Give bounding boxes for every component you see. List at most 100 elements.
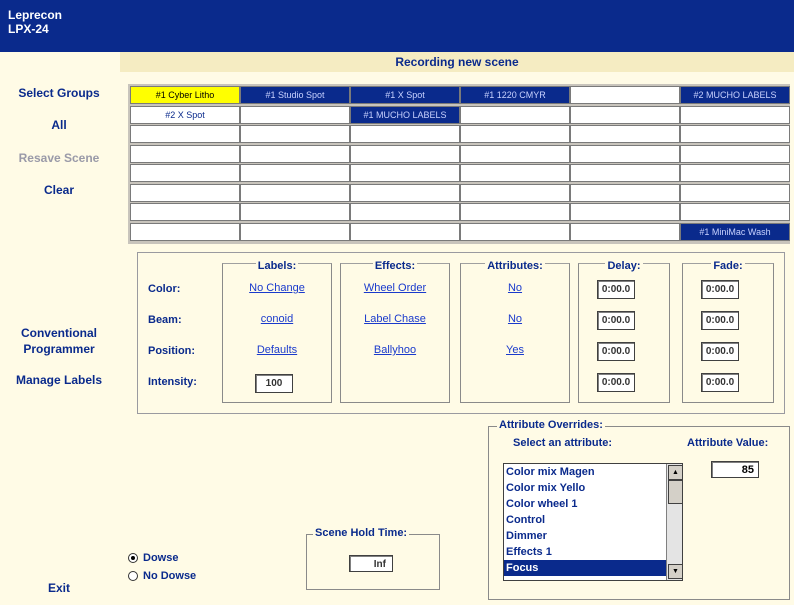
delay-color-input[interactable]: 0:00.0 <box>597 280 635 299</box>
fixture-cell[interactable] <box>460 105 570 124</box>
fixture-cell[interactable]: #1 Cyber Litho <box>130 86 240 104</box>
effects-position-link[interactable]: Ballyhoo <box>341 344 449 356</box>
fixture-cell[interactable] <box>130 183 240 202</box>
fixture-cell[interactable] <box>240 144 350 163</box>
attribute-value-input[interactable]: 85 <box>711 461 759 478</box>
fixture-cell[interactable] <box>130 144 240 163</box>
effects-beam-link[interactable]: Label Chase <box>341 313 449 325</box>
fade-position-input[interactable]: 0:00.0 <box>701 342 739 361</box>
fixture-cell[interactable] <box>570 183 680 202</box>
fixture-cell[interactable] <box>680 203 790 221</box>
attribute-list-item[interactable]: Effects 1 <box>504 544 682 560</box>
attribute-value-label: Attribute Value: <box>687 437 769 449</box>
manage-labels-button[interactable]: Manage Labels <box>0 372 118 388</box>
labels-color-link[interactable]: No Change <box>223 282 331 294</box>
fixture-cell[interactable] <box>460 125 570 143</box>
scene-settings-panel: Color: Beam: Position: Intensity: Labels… <box>137 252 785 414</box>
attribute-list-item[interactable]: Dimmer <box>504 528 682 544</box>
delay-position-input[interactable]: 0:00.0 <box>597 342 635 361</box>
fixture-cell[interactable] <box>240 222 350 241</box>
attribute-overrides-group: Attribute Overrides: Select an attribute… <box>488 419 790 600</box>
listbox-scrollbar[interactable]: ▲ ▼ <box>666 464 682 580</box>
fixture-cell[interactable] <box>130 203 240 221</box>
select-groups-button[interactable]: Select Groups <box>0 85 118 101</box>
labels-position-link[interactable]: Defaults <box>223 344 331 356</box>
fade-color-input[interactable]: 0:00.0 <box>701 280 739 299</box>
attribute-list-item[interactable]: Control <box>504 512 682 528</box>
fixture-cell[interactable] <box>350 164 460 182</box>
attribute-list-item[interactable]: Color mix Magen <box>504 464 682 480</box>
attribute-list-items: Color mix Magen Color mix Yello Color whee… <box>504 464 682 576</box>
fixture-cell[interactable] <box>570 144 680 163</box>
fixture-cell[interactable] <box>570 203 680 221</box>
scroll-up-icon[interactable]: ▲ <box>668 465 682 480</box>
fade-beam-input[interactable]: 0:00.0 <box>701 311 739 330</box>
intensity-row-label: Intensity: <box>148 376 197 388</box>
fixture-cell[interactable]: #1 MiniMac Wash <box>680 222 790 241</box>
intensity-input[interactable]: 100 <box>255 374 293 393</box>
fixture-cell[interactable] <box>240 125 350 143</box>
fixture-cell[interactable] <box>680 164 790 182</box>
fixture-cell[interactable] <box>570 164 680 182</box>
fixture-cell[interactable] <box>350 183 460 202</box>
fixture-cell[interactable] <box>680 183 790 202</box>
fixture-cell[interactable] <box>460 222 570 241</box>
fixture-cell[interactable] <box>350 222 460 241</box>
fixture-cell[interactable] <box>130 125 240 143</box>
fade-group: Fade: 0:00.0 0:00.0 0:00.0 0:00.0 <box>682 260 774 403</box>
fixture-cell[interactable]: #1 X Spot <box>350 86 460 104</box>
delay-intensity-input[interactable]: 0:00.0 <box>597 373 635 392</box>
conventional-programmer-button[interactable]: Conventional Programmer <box>0 325 118 357</box>
fixture-cell[interactable] <box>130 222 240 241</box>
effects-color-link[interactable]: Wheel Order <box>341 282 449 294</box>
fixture-cell[interactable] <box>460 203 570 221</box>
fixture-cell[interactable] <box>350 144 460 163</box>
fixture-cell[interactable] <box>680 144 790 163</box>
attribute-list-item[interactable]: Color wheel 1 <box>504 496 682 512</box>
no-dowse-radio[interactable]: No Dowse <box>128 570 196 582</box>
fixture-cell[interactable] <box>460 144 570 163</box>
fixture-cell[interactable]: #1 MUCHO LABELS <box>350 105 460 124</box>
attribute-list-item[interactable]: Focus <box>504 560 682 576</box>
fixture-cell[interactable] <box>350 203 460 221</box>
fixture-cell[interactable] <box>240 105 350 124</box>
fixture-cell[interactable] <box>130 164 240 182</box>
fixture-cell[interactable]: #1 Studio Spot <box>240 86 350 104</box>
fixture-cell[interactable]: #1 1220 CMYR <box>460 86 570 104</box>
fixture-cell[interactable] <box>240 183 350 202</box>
attributes-color-link[interactable]: No <box>461 282 569 294</box>
attributes-position-link[interactable]: Yes <box>461 344 569 356</box>
scene-hold-time-title: Scene Hold Time: <box>313 527 410 539</box>
fixture-cell[interactable] <box>680 125 790 143</box>
delay-beam-input[interactable]: 0:00.0 <box>597 311 635 330</box>
fixture-cell[interactable] <box>570 86 680 104</box>
attribute-listbox[interactable]: Color mix Magen Color mix Yello Color whee… <box>503 463 683 581</box>
attributes-beam-link[interactable]: No <box>461 313 569 325</box>
fade-intensity-input[interactable]: 0:00.0 <box>701 373 739 392</box>
fixture-cell[interactable]: #2 MUCHO LABELS <box>680 86 790 104</box>
resave-scene-button[interactable]: Resave Scene <box>0 150 118 166</box>
fixture-cell[interactable] <box>570 222 680 241</box>
fixture-cell[interactable] <box>240 203 350 221</box>
all-button[interactable]: All <box>0 117 118 133</box>
labels-beam-link[interactable]: conoid <box>223 313 331 325</box>
scene-hold-time-group: Scene Hold Time: Inf <box>306 527 440 590</box>
clear-button[interactable]: Clear <box>0 182 118 198</box>
fixture-cell[interactable] <box>570 105 680 124</box>
exit-button[interactable]: Exit <box>0 580 118 596</box>
fixture-cell[interactable] <box>680 105 790 124</box>
fixture-cell[interactable] <box>570 125 680 143</box>
scroll-thumb[interactable] <box>668 480 682 504</box>
fixture-cell[interactable]: #2 X Spot <box>130 105 240 124</box>
scene-hold-time-input[interactable]: Inf <box>349 555 393 572</box>
attribute-list-item[interactable]: Color mix Yello <box>504 480 682 496</box>
effects-title: Effects: <box>372 260 418 272</box>
fixture-cell[interactable] <box>460 164 570 182</box>
dowse-radio[interactable]: Dowse <box>128 552 178 564</box>
scroll-down-icon[interactable]: ▼ <box>668 564 682 579</box>
fixture-cell[interactable] <box>240 164 350 182</box>
fixture-cell[interactable] <box>350 125 460 143</box>
color-row-label: Color: <box>148 283 181 295</box>
position-row-label: Position: <box>148 345 196 357</box>
fixture-cell[interactable] <box>460 183 570 202</box>
